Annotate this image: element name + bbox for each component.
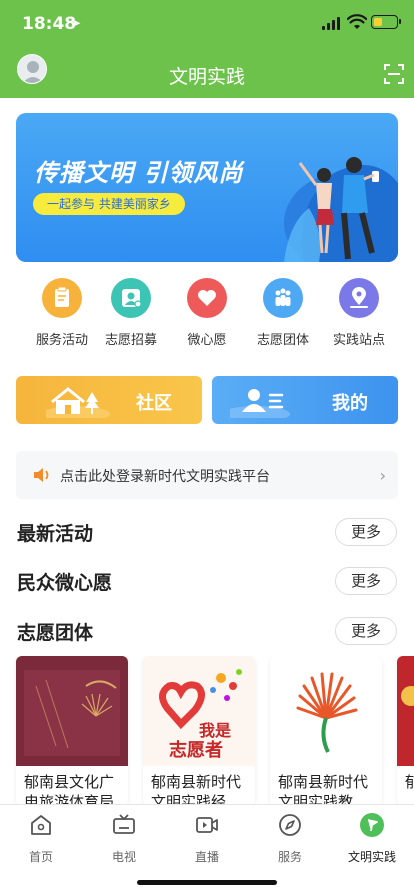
battery-icon: [371, 15, 401, 29]
tab-label: 文明实践: [347, 850, 396, 864]
quick-link-label: 志愿团体: [256, 333, 309, 348]
tab-home[interactable]: 首页: [11, 813, 71, 865]
card-image-fan-logo: [270, 656, 382, 766]
quick-link-label: 服务活动: [35, 333, 88, 348]
tab-label: 直播: [194, 850, 219, 864]
heart-icon: [187, 278, 227, 318]
community-label: 社区: [136, 393, 172, 414]
login-notice-bar[interactable]: 点击此处登录新时代文明实践平台 ›: [16, 451, 398, 499]
section-public-wishes: 民众微心愿 更多: [0, 564, 414, 598]
service-activity-icon: [42, 278, 82, 318]
tab-label: 首页: [28, 850, 53, 864]
card-title: 郁南县文化广电旅游体育局: [24, 773, 115, 806]
more-button[interactable]: 更多: [335, 518, 397, 546]
tv-icon: [113, 814, 135, 834]
card-image-partial: [397, 656, 414, 766]
quick-link-micro-wish[interactable]: 微心愿: [167, 278, 247, 348]
banner-illustration: [284, 157, 398, 262]
quick-link-label: 实践站点: [332, 333, 385, 348]
volunteer-recruit-icon: [111, 278, 151, 318]
quick-link-label: 微心愿: [187, 333, 227, 348]
cellular-signal-icon: [322, 17, 342, 30]
tab-live[interactable]: 直播: [177, 813, 237, 865]
tab-civilization-practice[interactable]: 文明实践: [342, 813, 402, 865]
flag-icon: [360, 813, 384, 837]
section-title: 志愿团体: [17, 622, 94, 644]
quick-link-volunteer-recruit[interactable]: 志愿招募: [91, 278, 171, 348]
card-title: 郁南县新时代文明实践经: [151, 773, 242, 806]
banner-title: 传播文明 引领风尚: [34, 159, 244, 187]
more-button[interactable]: 更多: [335, 567, 397, 595]
promo-banner[interactable]: 传播文明 引领风尚 一起参与 共建美丽家乡: [16, 113, 398, 262]
mine-button[interactable]: 我的: [212, 376, 398, 424]
tab-label: 电视: [111, 850, 136, 864]
tab-tv[interactable]: 电视: [94, 813, 154, 865]
house-icon: [46, 387, 110, 418]
card-poster-line2: 志愿者: [169, 739, 223, 760]
group-card[interactable]: 郁南县文化广电旅游体育局: [16, 656, 128, 806]
home-indicator: [137, 880, 277, 885]
location-arrow-icon: ➤: [71, 16, 82, 30]
tab-service[interactable]: 服务: [260, 813, 320, 865]
volunteer-group-icon: [263, 278, 303, 318]
community-button[interactable]: 社区: [16, 376, 202, 424]
mine-label: 我的: [332, 393, 368, 414]
card-title: 郁: [405, 773, 414, 791]
more-button[interactable]: 更多: [335, 617, 397, 645]
volunteer-group-cards: 郁南县文化广电旅游体育局 我是 志愿者 郁南县新时代文明实践经 郁南县新时代文明…: [0, 656, 414, 806]
section-latest-activities: 最新活动 更多: [0, 515, 414, 549]
card-image-banner-cloth: [16, 656, 128, 766]
live-video-icon: [196, 817, 218, 833]
section-title: 民众微心愿: [17, 572, 113, 594]
site-location-icon: [339, 278, 379, 318]
profile-card-icon: [230, 389, 290, 418]
notice-text: 点击此处登录新时代文明实践平台: [60, 469, 270, 485]
speaker-icon: [34, 468, 49, 482]
wifi-icon: [347, 14, 367, 29]
group-card[interactable]: 郁南县新时代文明实践教: [270, 656, 382, 806]
quick-links: 服务活动 志愿招募 微心愿 志愿团体 实践站点: [0, 278, 414, 348]
home-icon: [31, 815, 51, 835]
page-title: 文明实践: [168, 66, 245, 88]
group-card[interactable]: 郁: [397, 656, 414, 806]
quick-link-label: 志愿招募: [104, 333, 157, 348]
app-header: 18:48 ➤ 文明实践: [0, 0, 414, 98]
chevron-right-icon: ›: [379, 466, 386, 485]
group-card[interactable]: 我是 志愿者 郁南县新时代文明实践经: [143, 656, 255, 806]
section-title: 最新活动: [17, 523, 94, 545]
status-time: 18:48: [22, 14, 77, 34]
scan-icon[interactable]: [384, 64, 404, 84]
status-bar: 18:48 ➤: [0, 0, 414, 48]
section-volunteer-groups: 志愿团体 更多: [0, 614, 414, 648]
quick-link-service-activity[interactable]: 服务活动: [22, 278, 102, 348]
card-image-volunteer-poster: 我是 志愿者: [143, 656, 255, 766]
tab-label: 服务: [277, 850, 302, 864]
quick-link-volunteer-group[interactable]: 志愿团体: [243, 278, 323, 348]
card-title: 郁南县新时代文明实践教: [278, 773, 369, 806]
quick-link-practice-site[interactable]: 实践站点: [319, 278, 399, 348]
banner-subtitle: 一起参与 共建美丽家乡: [33, 193, 185, 215]
card-poster-line1: 我是: [199, 721, 231, 740]
compass-icon: [279, 814, 301, 836]
